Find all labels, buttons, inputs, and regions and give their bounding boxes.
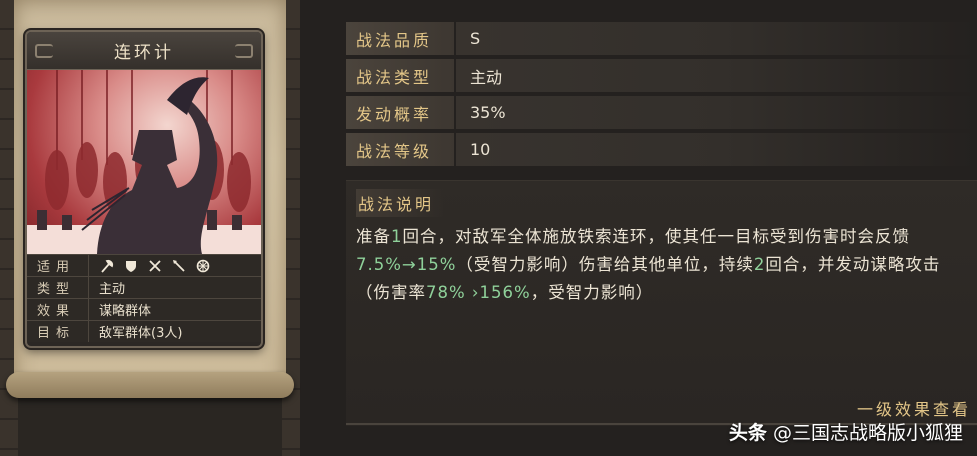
desc-highlight: ›156% xyxy=(465,283,531,302)
wheel-icon xyxy=(195,258,211,274)
desc-part: 回合，对敌军全体施放铁索连环，使其任一目标受到伤害时会反馈 xyxy=(402,227,910,246)
row-key: 目标 xyxy=(27,321,89,342)
info-value: 35% xyxy=(470,103,506,122)
desc-highlight: 7.5%→15% xyxy=(356,255,457,274)
applicable-icons xyxy=(89,258,211,274)
desc-part: ，受智力影响） xyxy=(530,283,654,302)
row-type: 类型 主动 xyxy=(27,276,261,298)
level-one-effect-link[interactable]: 一级效果查看 xyxy=(857,396,971,420)
row-key: 适用 xyxy=(27,255,89,276)
spear-icon xyxy=(171,258,187,274)
watermark-brand: 头条 xyxy=(728,422,767,444)
title-ornament-right xyxy=(235,44,253,58)
desc-highlight: 78% xyxy=(426,283,466,302)
description-text: 准备1回合，对敌军全体施放铁索连环，使其任一目标受到伤害时会反馈 7.5%→15%… xyxy=(356,223,967,307)
card-title: 连环计 xyxy=(114,43,174,63)
desc-highlight: 2 xyxy=(753,255,766,274)
crossed-swords-icon xyxy=(147,258,163,274)
tactic-details: 战法品质 S 战法类型 主动 发动概率 35% 战法等级 10 战法说明 准备1… xyxy=(346,22,977,426)
row-key: 效果 xyxy=(27,299,89,320)
info-key: 发动概率 xyxy=(346,96,456,129)
row-key: 类型 xyxy=(27,277,89,298)
axe-icon xyxy=(99,258,115,274)
info-level: 战法等级 10 xyxy=(346,133,977,166)
card-attributes: 适用 类型 主动 效果 谋略群体 目标 敌军群体(3人) xyxy=(27,254,261,342)
watermark-account: @三国志战略版小狐狸 xyxy=(772,422,963,444)
desc-highlight: 1 xyxy=(391,227,403,246)
shield-icon xyxy=(123,258,139,274)
info-key: 战法类型 xyxy=(346,59,456,92)
card-title-bar: 连环计 xyxy=(27,32,261,70)
tactic-art-svg xyxy=(27,70,261,254)
row-effect: 效果 谋略群体 xyxy=(27,298,261,320)
row-value: 敌军群体(3人) xyxy=(99,326,183,341)
info-value: 10 xyxy=(470,140,491,159)
info-type: 战法类型 主动 xyxy=(346,59,977,92)
tactic-illustration xyxy=(27,70,261,254)
row-applicable: 适用 xyxy=(27,254,261,276)
info-probability: 发动概率 35% xyxy=(346,96,977,129)
row-target: 目标 敌军群体(3人) xyxy=(27,320,261,342)
title-ornament-left xyxy=(35,44,53,58)
tactic-card: 连环计 适用 类型 主动 效果 谋略群体 目标 敌军群体(3人) xyxy=(25,30,263,348)
desc-part: 准备 xyxy=(356,227,391,246)
info-value: 主动 xyxy=(470,67,503,87)
desc-part: （受智力影响）伤害给其他单位，持续 xyxy=(456,255,754,274)
scroll-roll xyxy=(6,372,294,398)
info-value: S xyxy=(470,29,481,48)
description-panel: 战法说明 准备1回合，对敌军全体施放铁索连环，使其任一目标受到伤害时会反馈 7.5… xyxy=(346,180,977,426)
description-title: 战法说明 xyxy=(356,189,445,217)
info-quality: 战法品质 S xyxy=(346,22,977,55)
info-key: 战法品质 xyxy=(346,22,456,55)
row-value: 主动 xyxy=(99,282,126,297)
watermark: 头条 @三国志战略版小狐狸 xyxy=(729,418,963,445)
info-key: 战法等级 xyxy=(346,133,456,166)
row-value: 谋略群体 xyxy=(99,304,152,319)
